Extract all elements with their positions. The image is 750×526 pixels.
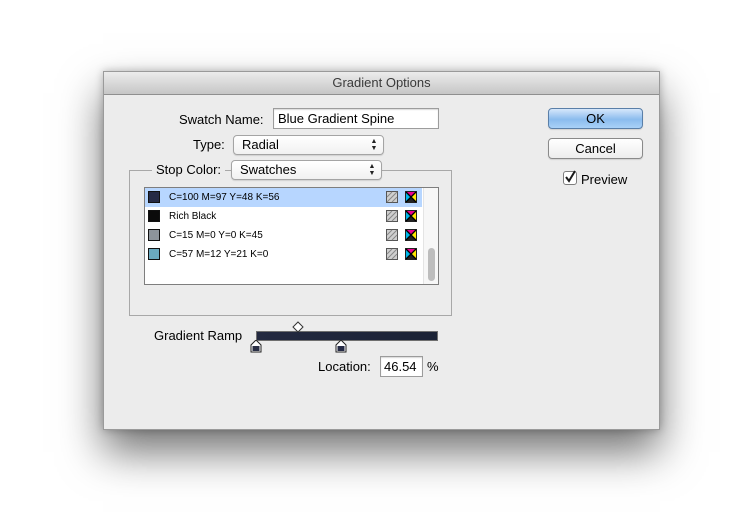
swatch-list-item-label: Rich Black — [169, 211, 217, 222]
type-popup-value: Radial — [242, 137, 279, 152]
type-popup[interactable]: Radial ▲ ▼ — [233, 135, 384, 155]
location-unit: % — [427, 359, 439, 374]
gradient-options-dialog: Gradient Options Swatch Name: Blue Gradi… — [103, 71, 660, 430]
stop-color-popup[interactable]: Swatches ▲ ▼ — [231, 160, 382, 180]
swatch-list-item-label: C=57 M=12 Y=21 K=0 — [169, 249, 269, 260]
gradient-ramp-bar[interactable] — [256, 331, 438, 341]
popup-arrows-icon: ▲ ▼ — [370, 138, 378, 152]
stop-color-popup-value: Swatches — [240, 162, 297, 177]
cmyk-mode-icon — [405, 248, 417, 260]
cmyk-mode-icon — [405, 191, 417, 203]
popup-arrows-icon: ▲ ▼ — [368, 163, 376, 177]
swatch-name-label: Swatch Name: — [179, 112, 264, 127]
location-input[interactable]: 46.54 — [380, 356, 423, 377]
gradient-stop-icon[interactable] — [335, 340, 347, 353]
swatch-name-input[interactable]: Blue Gradient Spine — [273, 108, 439, 129]
swatch-list-item[interactable]: C=100 M=97 Y=48 K=56 — [145, 188, 422, 207]
process-color-icon — [386, 210, 398, 222]
swatch-list-item[interactable]: C=57 M=12 Y=21 K=0 — [145, 245, 422, 264]
preview-checkbox[interactable] — [563, 170, 577, 185]
location-label: Location: — [318, 359, 371, 374]
process-color-icon — [386, 229, 398, 241]
ok-button[interactable]: OK — [548, 108, 643, 129]
gradient-stop-icon[interactable] — [250, 340, 262, 353]
midpoint-diamond-icon[interactable] — [292, 321, 304, 333]
swatch-color-chip — [148, 229, 160, 241]
swatch-list-item[interactable]: Rich Black — [145, 207, 422, 226]
swatch-list-scroll-thumb[interactable] — [428, 248, 435, 281]
swatch-list-item-label: C=100 M=97 Y=48 K=56 — [169, 192, 280, 203]
swatch-color-chip — [148, 248, 160, 260]
swatch-color-chip — [148, 191, 160, 203]
type-label: Type: — [193, 137, 225, 152]
dialog-title: Gradient Options — [104, 72, 659, 95]
stop-color-label: Stop Color: — [152, 162, 226, 177]
process-color-icon — [386, 248, 398, 260]
gradient-ramp-label: Gradient Ramp — [154, 328, 243, 343]
checkmark-icon — [565, 170, 576, 183]
preview-label: Preview — [581, 172, 628, 187]
cmyk-mode-icon — [405, 210, 417, 222]
swatch-list-item-label: C=15 M=0 Y=0 K=45 — [169, 230, 263, 241]
swatch-list[interactable]: C=100 M=97 Y=48 K=56 Rich Black C=15 M=0 Y… — [144, 187, 439, 285]
swatch-color-chip — [148, 210, 160, 222]
cmyk-mode-icon — [405, 229, 417, 241]
cancel-button[interactable]: Cancel — [548, 138, 643, 159]
process-color-icon — [386, 191, 398, 203]
swatch-list-item[interactable]: C=15 M=0 Y=0 K=45 — [145, 226, 422, 245]
